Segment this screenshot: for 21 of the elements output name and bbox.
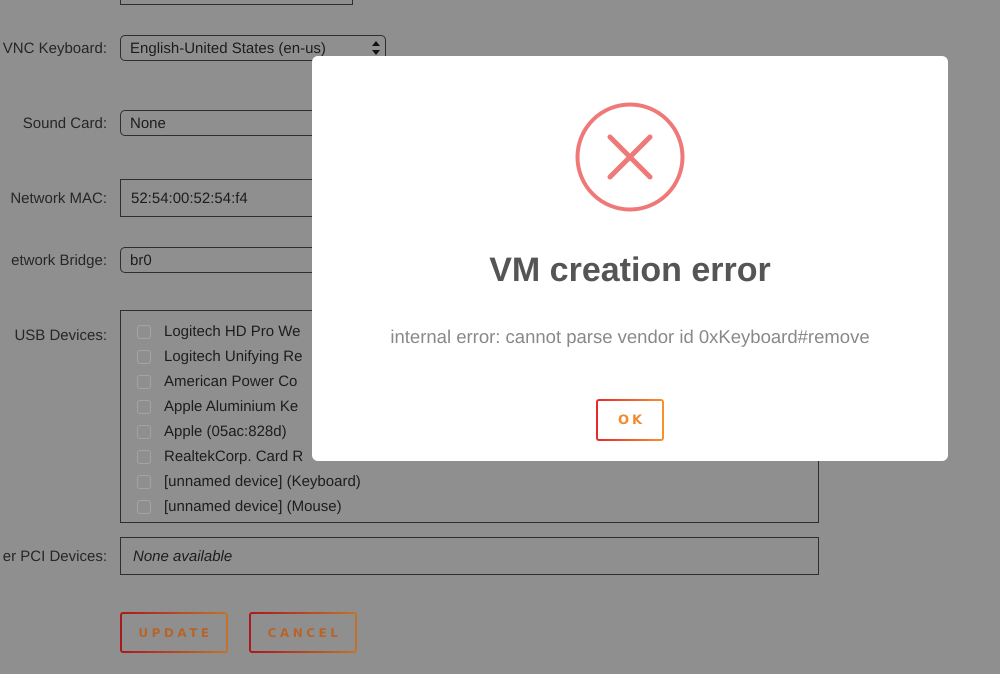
select-field[interactable]: English-United States (en-us) bbox=[120, 35, 386, 61]
device-label: Logitech Unifying Re bbox=[164, 348, 302, 365]
field-label: Sound Card: bbox=[22, 114, 107, 132]
device-label: [unnamed device] (Mouse) bbox=[164, 498, 342, 515]
error-x-circle-icon bbox=[575, 102, 685, 212]
input-field[interactable] bbox=[120, 0, 353, 5]
device-label: Logitech HD Pro We bbox=[164, 323, 300, 340]
dialog-title: VM creation error bbox=[489, 250, 771, 290]
device-label: Apple (05ac:828d) bbox=[164, 423, 287, 440]
select-arrows-icon bbox=[372, 41, 380, 55]
field-label: er PCI Devices: bbox=[2, 548, 107, 564]
field-label: etwork Bridge: bbox=[10, 252, 107, 268]
device-label: [unnamed device] (Keyboard) bbox=[164, 473, 361, 490]
field-label: Network MAC: bbox=[9, 190, 107, 206]
device-label: Apple Aluminium Ke bbox=[164, 398, 298, 415]
device-label: RealtekCorp. Card R bbox=[164, 448, 304, 465]
empty-message: None available bbox=[133, 548, 232, 564]
error-message: internal error: cannot parse vendor id 0xKeyboard#remove bbox=[390, 326, 870, 348]
field-label: VNC Keyboard: bbox=[2, 40, 107, 56]
device-label: American Power Co bbox=[164, 373, 298, 390]
field-label: USB Devices: bbox=[13, 326, 107, 344]
